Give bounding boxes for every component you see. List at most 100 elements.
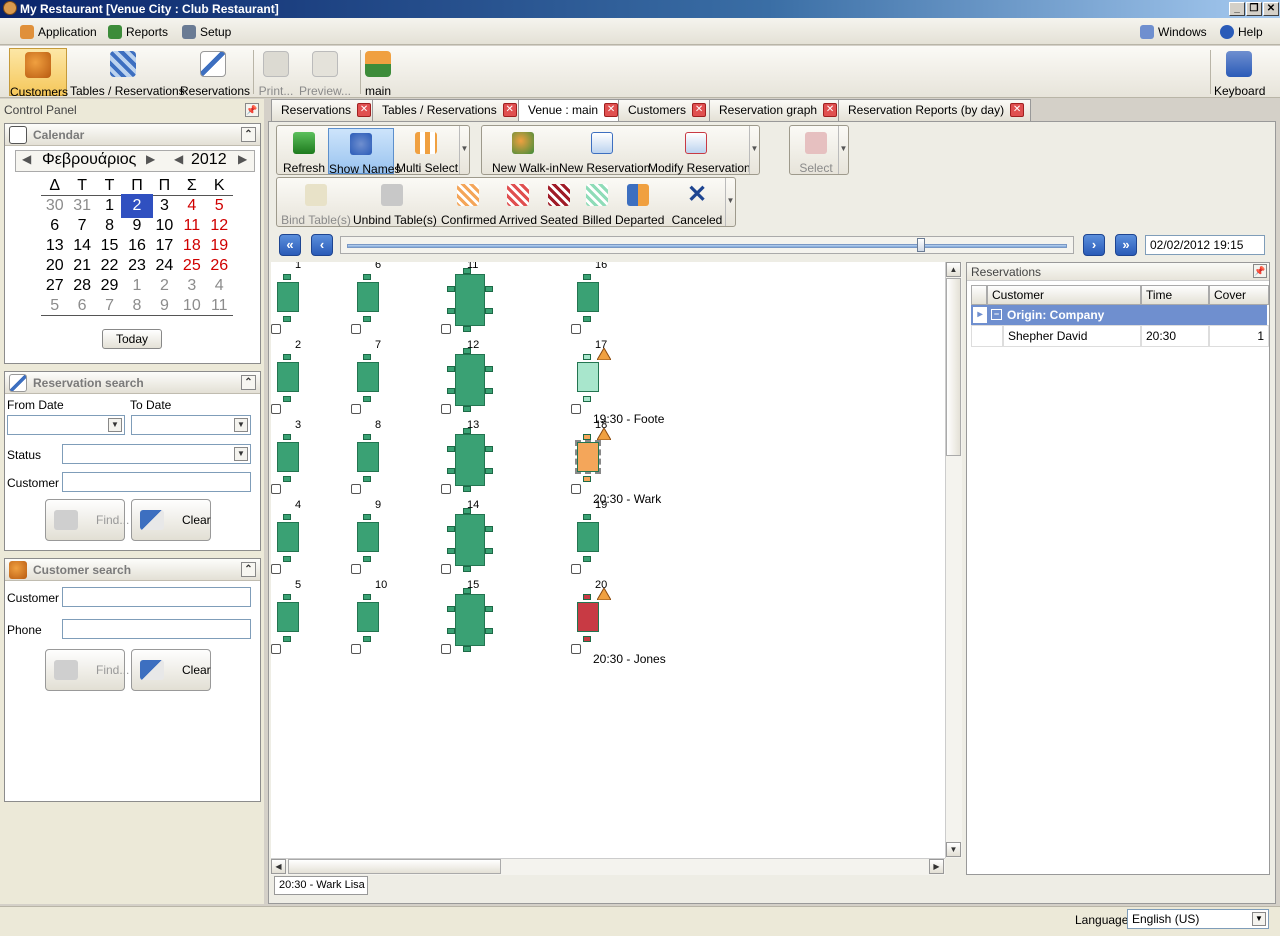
chevron-down-icon[interactable]: ▼	[108, 418, 122, 432]
calendar-day[interactable]: 2	[151, 276, 178, 296]
calendar-day[interactable]: 30	[41, 196, 68, 216]
cell-time[interactable]: 20:30	[1141, 325, 1209, 347]
main-venue-button[interactable]: main	[364, 48, 392, 98]
menu-setup[interactable]: Setup	[180, 22, 231, 42]
chevron-down-icon[interactable]: ▼	[1252, 912, 1266, 926]
calendar-day[interactable]: 5	[41, 296, 68, 315]
multi-select-button[interactable]: Multi Select	[396, 128, 458, 175]
calendar-day[interactable]: 24	[151, 256, 178, 276]
venue-horizontal-scrollbar[interactable]: ◀ ▶	[271, 858, 945, 875]
calendar-day[interactable]: 12	[206, 216, 233, 236]
calendar-day[interactable]: 28	[68, 276, 95, 296]
calendar-day[interactable]: 19	[206, 236, 233, 256]
arrived-button[interactable]: Arrived	[497, 180, 539, 227]
billed-button[interactable]: Billed	[579, 180, 615, 227]
minimize-button[interactable]: _	[1229, 2, 1245, 16]
table-13[interactable]: 13	[441, 419, 503, 500]
scroll-left-button[interactable]: ◀	[271, 859, 286, 874]
time-slider[interactable]	[340, 236, 1074, 254]
scroll-thumb[interactable]	[946, 278, 961, 456]
departed-button[interactable]: Departed	[615, 180, 664, 227]
table-12[interactable]: 12	[441, 339, 503, 420]
calendar-day[interactable]: 5	[206, 196, 233, 216]
table-18[interactable]: 18	[571, 419, 613, 500]
tab-reservation-graph[interactable]: Reservation graph ✕	[709, 99, 845, 121]
next-year-button[interactable]: ▶	[238, 152, 247, 166]
calendar-day[interactable]: 10	[151, 216, 178, 236]
customer-field[interactable]	[62, 472, 251, 492]
expand-arrow-icon[interactable]: ▸	[973, 307, 987, 323]
clear-reservations-button[interactable]: Clear	[131, 499, 211, 541]
collapse-calendar-button[interactable]: ⌃	[241, 127, 256, 142]
calendar-day[interactable]: 10	[178, 296, 205, 315]
menu-application[interactable]: Application	[18, 22, 97, 42]
column-header-customer[interactable]: Customer	[987, 285, 1141, 305]
calendar-day[interactable]: 6	[68, 296, 95, 315]
calendar-day[interactable]: 15	[96, 236, 123, 256]
close-icon[interactable]: ✕	[604, 103, 619, 117]
new-reservation-button[interactable]: New Reservation	[559, 128, 650, 175]
table-15[interactable]: 15	[441, 579, 503, 660]
cell-customer[interactable]: Shepher David	[1003, 325, 1141, 347]
table-5[interactable]: 5	[271, 579, 313, 660]
new-walkin-button[interactable]: New Walk-in	[492, 128, 559, 175]
bind-tables-button[interactable]: Bind Table(s)	[281, 180, 351, 227]
scroll-right-button[interactable]: ▶	[929, 859, 944, 874]
find-reservations-button[interactable]: Find...	[45, 499, 129, 541]
next-time-button[interactable]: ›	[1083, 234, 1105, 256]
table-14[interactable]: 14	[441, 499, 503, 580]
table-10[interactable]: 10	[351, 579, 393, 660]
calendar-day[interactable]: 9	[151, 296, 178, 315]
menu-windows[interactable]: Windows	[1138, 22, 1207, 42]
calendar-day[interactable]: 8	[123, 296, 150, 315]
table-16[interactable]: 16	[571, 262, 613, 340]
close-icon[interactable]: ✕	[1010, 103, 1025, 117]
scroll-up-button[interactable]: ▲	[946, 262, 961, 277]
calendar-day[interactable]: 25	[178, 256, 205, 276]
collapse-customer-search-button[interactable]: ⌃	[241, 562, 256, 577]
last-time-button[interactable]: »	[1115, 234, 1137, 256]
table-6[interactable]: 6	[351, 262, 393, 340]
show-names-button[interactable]: Show Names	[328, 128, 400, 176]
prev-month-button[interactable]: ◀	[22, 152, 31, 166]
close-icon[interactable]: ✕	[357, 103, 372, 117]
slider-thumb[interactable]	[916, 238, 925, 252]
close-icon[interactable]: ✕	[823, 103, 838, 117]
calendar-day[interactable]: 14	[68, 236, 95, 256]
table-20[interactable]: 20	[571, 579, 613, 660]
reservations-button[interactable]: Reservations	[180, 48, 250, 98]
calendar-day[interactable]: 6	[41, 216, 68, 236]
print-button[interactable]: Print...	[257, 48, 295, 98]
calendar-day[interactable]: 20	[41, 256, 68, 276]
table-2[interactable]: 2	[271, 339, 313, 420]
preview-button[interactable]: Preview...	[298, 48, 352, 98]
table-11[interactable]: 11	[441, 262, 503, 340]
toolbar-overflow[interactable]: ▼	[749, 126, 759, 174]
calendar-day[interactable]: 7	[68, 216, 95, 236]
calendar-day[interactable]: 17	[151, 236, 178, 256]
customer-search-field[interactable]	[62, 587, 251, 607]
pin-icon[interactable]: 📌	[245, 103, 259, 117]
calendar-day[interactable]: 22	[96, 256, 123, 276]
prev-year-button[interactable]: ◀	[174, 152, 183, 166]
menu-help[interactable]: Help	[1218, 22, 1263, 42]
clear-customers-button[interactable]: Clear	[131, 649, 211, 691]
table-3[interactable]: 3	[271, 419, 313, 500]
chevron-down-icon[interactable]: ▼	[234, 418, 248, 432]
next-month-button[interactable]: ▶	[146, 152, 155, 166]
restore-button[interactable]: ❐	[1246, 2, 1262, 16]
unbind-tables-button[interactable]: Unbind Table(s)	[353, 180, 437, 227]
calendar-day[interactable]: 1	[96, 196, 123, 216]
toolbar-overflow[interactable]: ▼	[459, 126, 469, 174]
calendar-day[interactable]: 7	[96, 296, 123, 315]
keyboard-button[interactable]: Keyboard	[1214, 48, 1265, 98]
tab-customers[interactable]: Customers ✕	[618, 99, 714, 121]
refresh-button[interactable]: Refresh	[281, 128, 327, 175]
calendar-day[interactable]: 18	[178, 236, 205, 256]
close-icon[interactable]: ✕	[692, 103, 707, 117]
venue-vertical-scrollbar[interactable]: ▲ ▼	[945, 262, 962, 858]
table-1[interactable]: 1	[271, 262, 313, 340]
phone-field[interactable]	[62, 619, 251, 639]
menu-reports[interactable]: Reports	[106, 22, 168, 42]
table-19[interactable]: 19	[571, 499, 613, 580]
